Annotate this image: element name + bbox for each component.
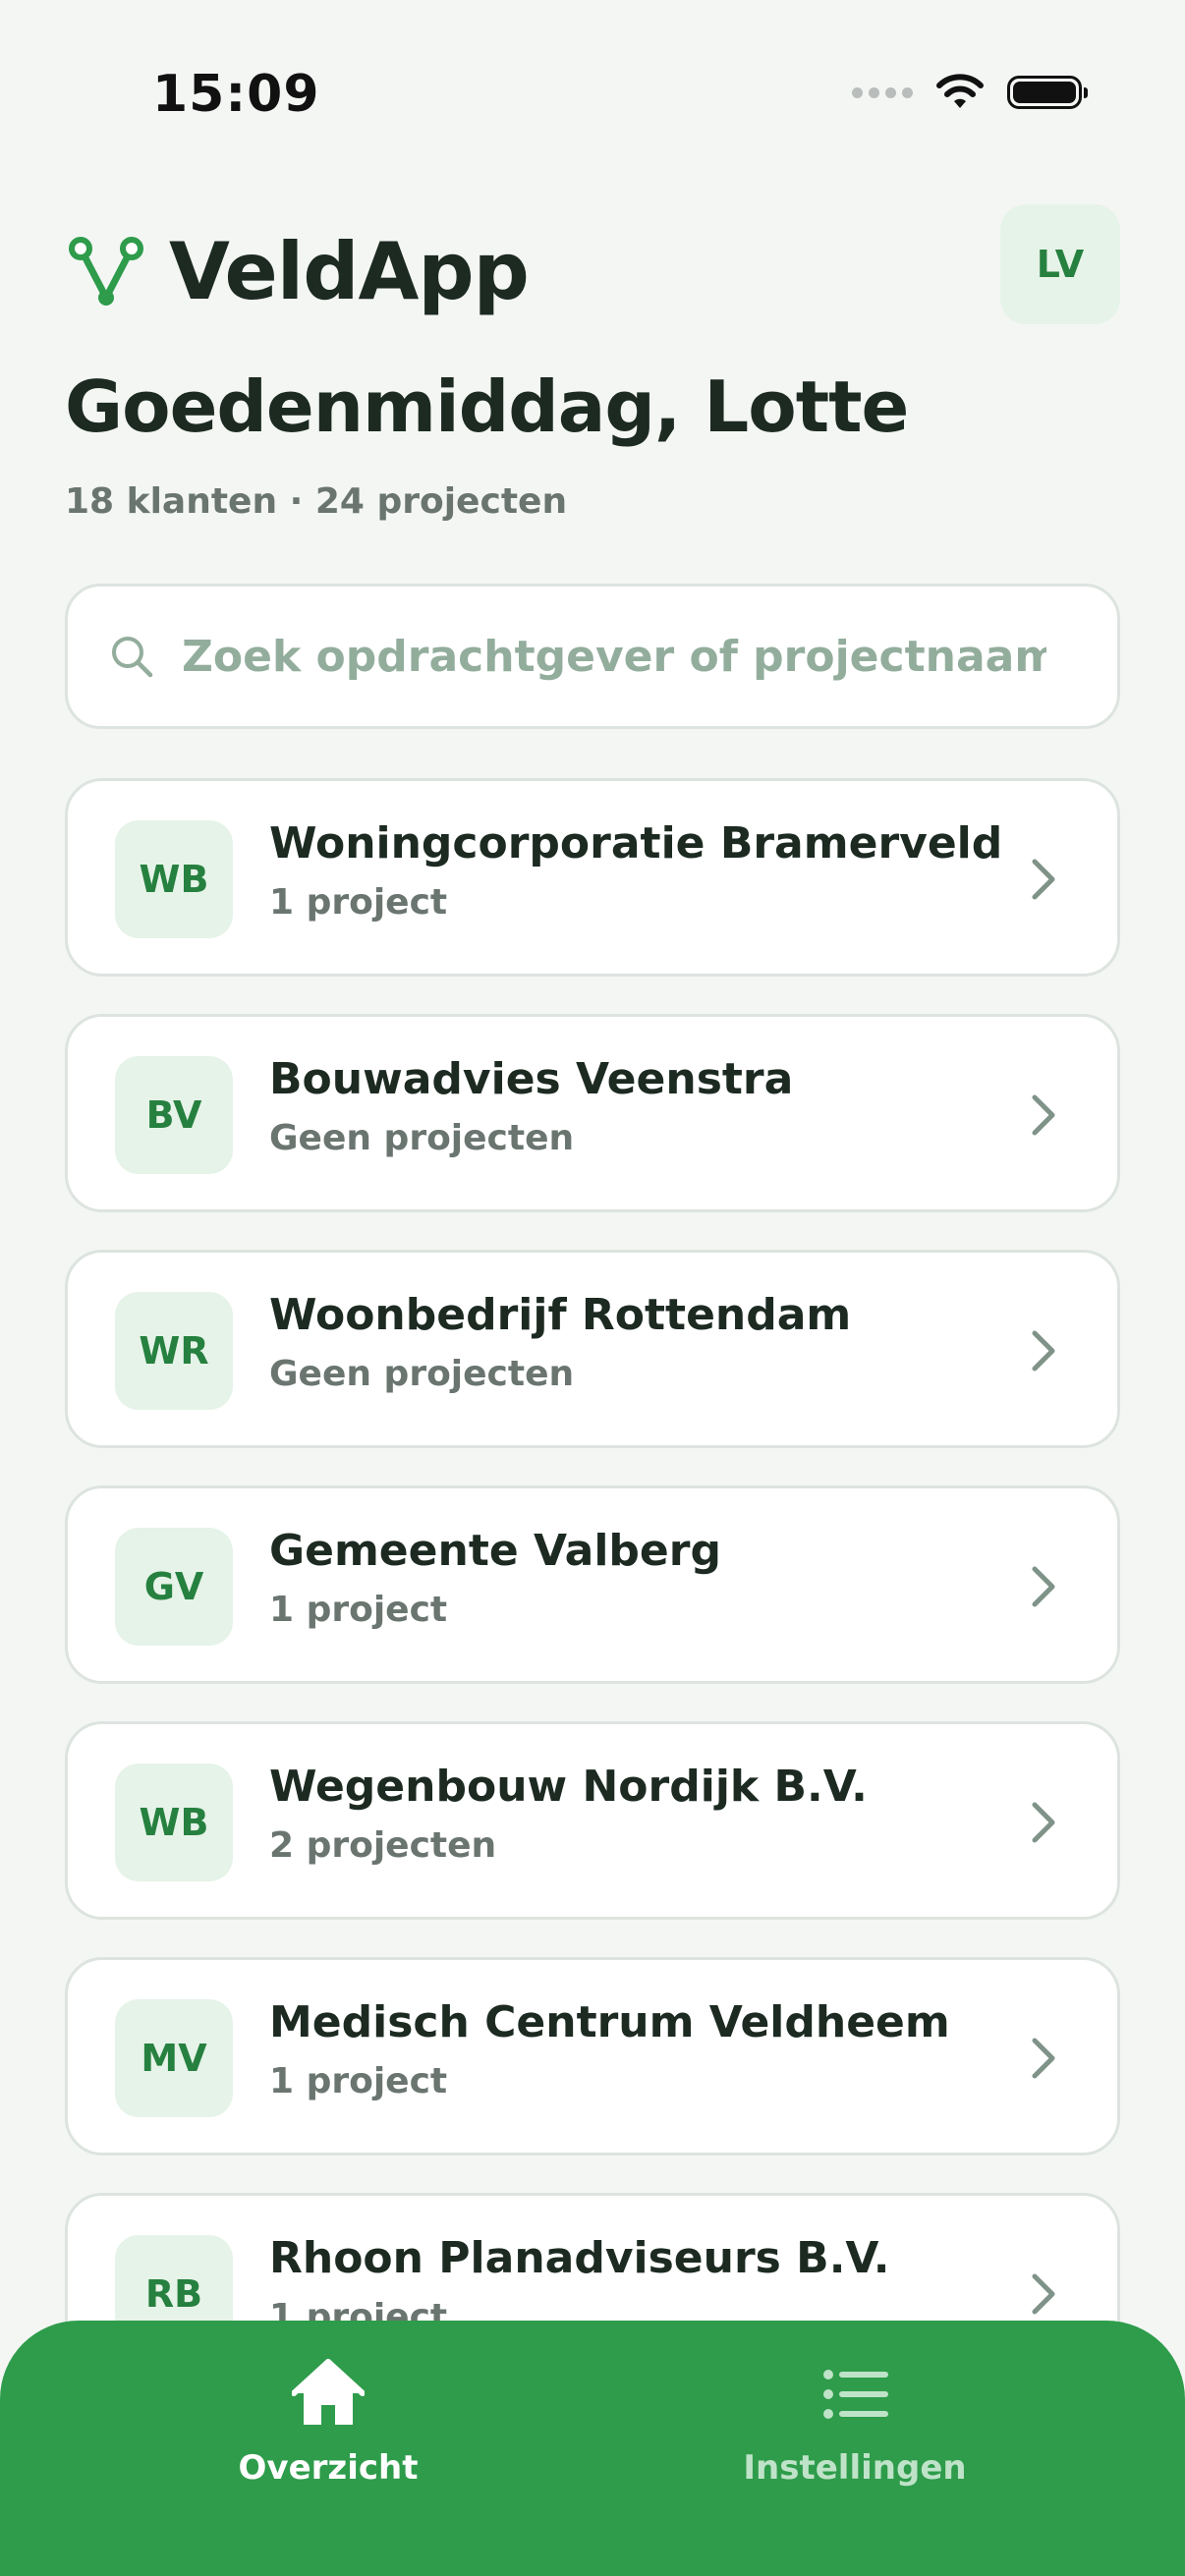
tab-overview-label: Overzicht	[238, 2448, 419, 2488]
client-initials-badge: WR	[115, 1292, 233, 1410]
client-card[interactable]: BV Bouwadvies Veenstra Geen projecten	[65, 1014, 1120, 1212]
client-initials-badge: WB	[115, 1764, 233, 1881]
client-project-count: 2 projecten	[269, 1825, 497, 1866]
status-icons	[852, 73, 1088, 112]
home-icon	[292, 2359, 365, 2425]
client-initials-badge: WB	[115, 820, 233, 938]
client-initials-badge: MV	[115, 1999, 233, 2117]
client-initials-badge: BV	[115, 1056, 233, 1174]
app-name: VeldApp	[169, 226, 530, 317]
cellular-signal-icon	[852, 86, 913, 98]
client-card[interactable]: WR Woonbedrijf Rottendam Geen projecten	[65, 1250, 1120, 1448]
client-initials-badge: GV	[115, 1528, 233, 1646]
chevron-right-icon	[1032, 859, 1055, 900]
chevron-right-icon	[1032, 2273, 1055, 2315]
search-icon	[112, 637, 153, 678]
chevron-right-icon	[1032, 2038, 1055, 2079]
client-card[interactable]: MV Medisch Centrum Veldheem 1 project	[65, 1957, 1120, 2156]
client-project-count: Geen projecten	[269, 1118, 575, 1158]
client-card[interactable]: GV Gemeente Valberg 1 project	[65, 1485, 1120, 1684]
search-input[interactable]	[180, 630, 1048, 683]
client-name: Medisch Centrum Veldheem	[269, 1997, 950, 2047]
chevron-right-icon	[1032, 1330, 1055, 1372]
client-name: Woningcorporatie Bramerveld	[269, 818, 1003, 868]
battery-icon	[1007, 76, 1088, 109]
status-time: 15:09	[152, 65, 320, 124]
tab-settings[interactable]: Instellingen	[707, 2358, 1002, 2488]
client-name: Gemeente Valberg	[269, 1526, 721, 1576]
search-bar[interactable]	[65, 584, 1120, 729]
summary-counts: 18 klanten · 24 projecten	[65, 481, 568, 522]
client-list: WB Woningcorporatie Bramerveld 1 project…	[65, 778, 1120, 2429]
status-bar: 15:09	[0, 0, 1185, 187]
tab-overview[interactable]: Overzicht	[181, 2358, 476, 2488]
wifi-icon	[936, 74, 984, 108]
bottom-nav: Overzicht Instellingen	[0, 2321, 1185, 2576]
client-card[interactable]: WB Wegenbouw Nordijk B.V. 2 projecten	[65, 1721, 1120, 1920]
chevron-right-icon	[1032, 1566, 1055, 1607]
tab-settings-label: Instellingen	[743, 2448, 967, 2488]
veld-v-logo-icon	[69, 236, 143, 306]
page-title: Goedenmiddag, Lotte	[65, 365, 909, 448]
client-name: Rhoon Planadviseurs B.V.	[269, 2233, 890, 2283]
app-header: VeldApp LV	[67, 204, 1120, 326]
client-project-count: 1 project	[269, 882, 448, 923]
client-card[interactable]: WB Woningcorporatie Bramerveld 1 project	[65, 778, 1120, 977]
client-project-count: 1 project	[269, 1590, 448, 1630]
chevron-right-icon	[1032, 1802, 1055, 1843]
client-name: Wegenbouw Nordijk B.V.	[269, 1762, 868, 1812]
client-name: Bouwadvies Veenstra	[269, 1054, 794, 1104]
app-logo: VeldApp	[67, 226, 530, 317]
client-project-count: Geen projecten	[269, 1354, 575, 1394]
client-name: Woonbedrijf Rottendam	[269, 1290, 852, 1340]
client-project-count: 1 project	[269, 2061, 448, 2101]
chevron-right-icon	[1032, 1094, 1055, 1136]
list-icon	[823, 2370, 888, 2419]
avatar[interactable]: LV	[1000, 204, 1120, 324]
